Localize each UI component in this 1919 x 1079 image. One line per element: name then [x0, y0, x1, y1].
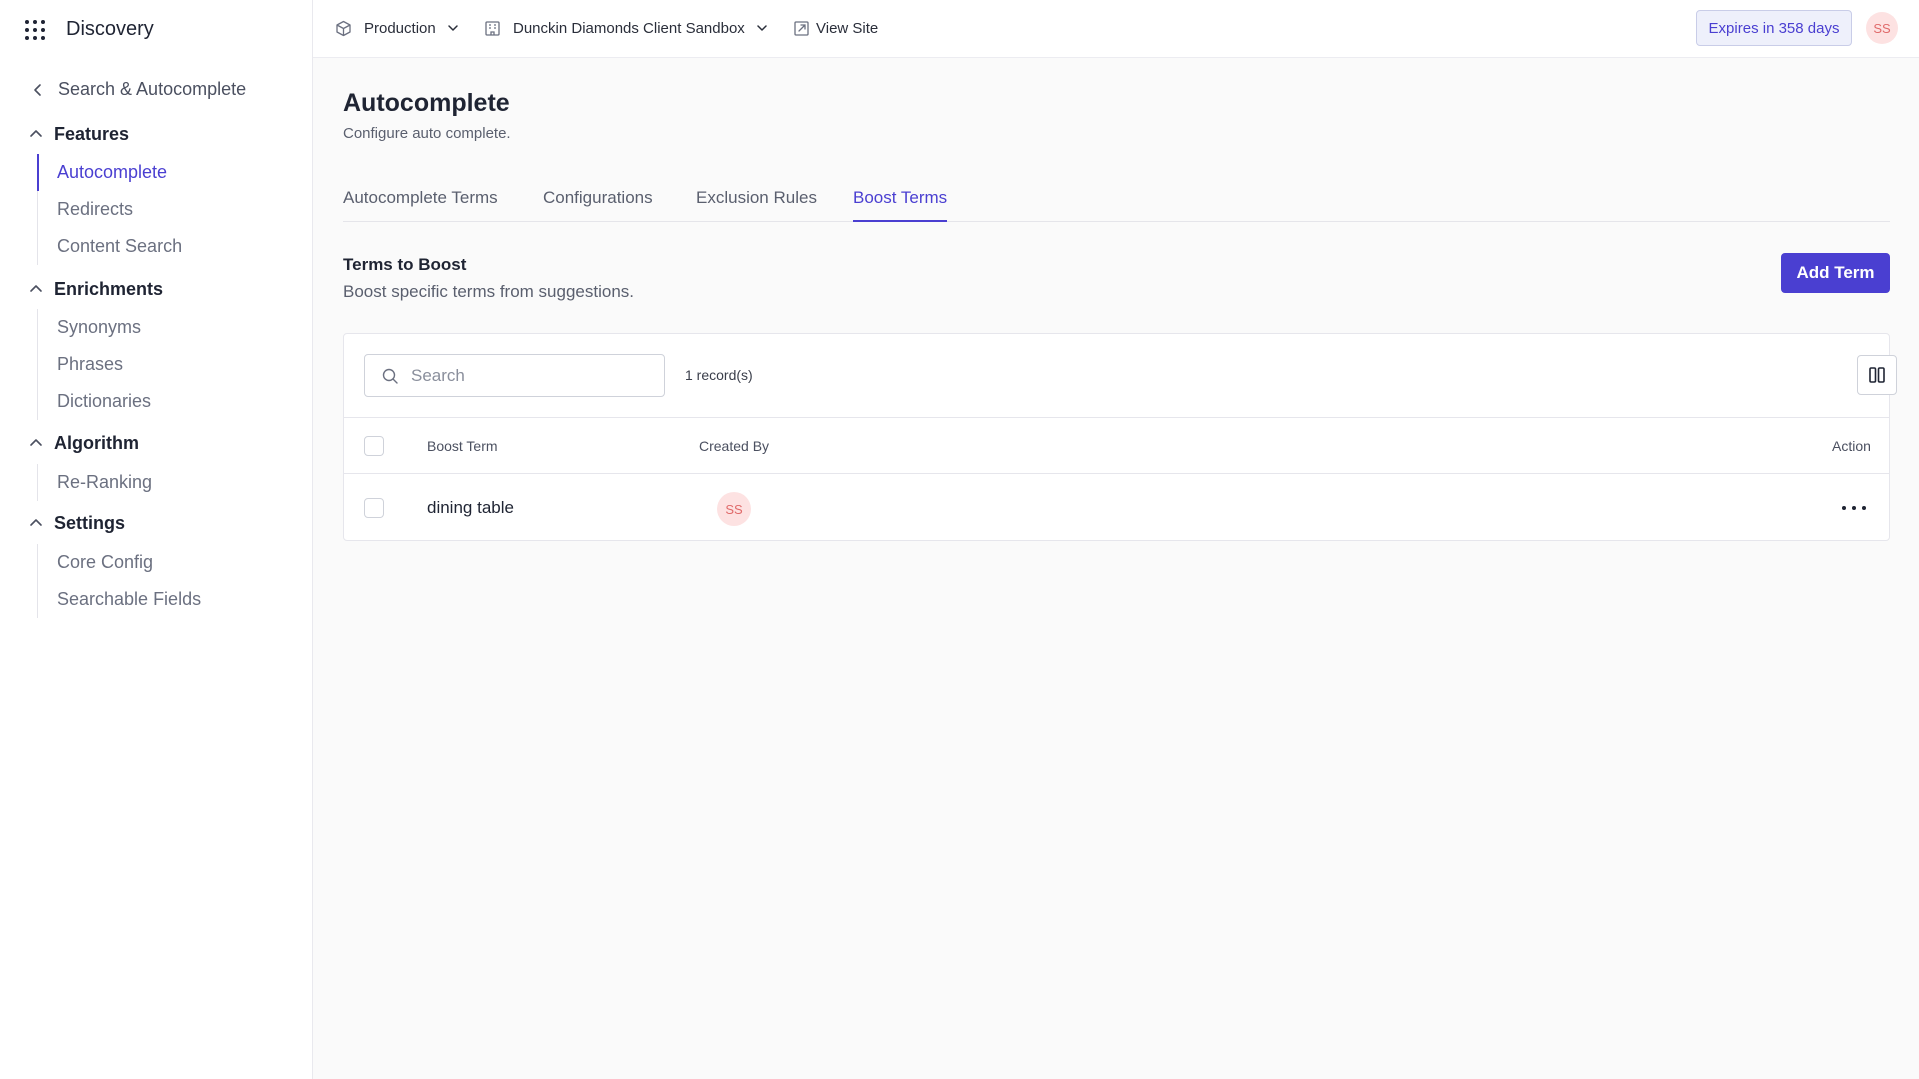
select-all-checkbox[interactable]	[364, 436, 384, 456]
main-content: Autocomplete Configure auto complete. Au…	[313, 58, 1919, 1079]
client-selector[interactable]: Dunckin Diamonds Client Sandbox	[484, 0, 769, 56]
view-site-label: View Site	[816, 19, 879, 37]
group-features[interactable]: Features	[28, 122, 129, 146]
user-avatar[interactable]: SS	[1866, 12, 1898, 44]
sidebar-item-re-ranking[interactable]: Re-Ranking	[38, 464, 152, 501]
record-count: 1 record(s)	[685, 367, 753, 383]
table-header: Boost Term Created By Action	[344, 417, 1889, 474]
tab-autocomplete-terms[interactable]: Autocomplete Terms	[343, 182, 498, 222]
app-grid-icon[interactable]	[24, 19, 46, 41]
tab-exclusion-rules[interactable]: Exclusion Rules	[696, 182, 817, 222]
page-title: Autocomplete	[343, 89, 510, 117]
sidebar-item-content-search[interactable]: Content Search	[38, 228, 182, 265]
group-label: Enrichments	[54, 278, 164, 299]
group-settings[interactable]: Settings	[28, 511, 125, 535]
column-header-action: Action	[1832, 438, 1871, 454]
view-site-link[interactable]: View Site	[793, 0, 878, 56]
sidebar-item-synonyms[interactable]: Synonyms	[38, 309, 151, 346]
more-dot	[1842, 506, 1846, 510]
client-label: Dunckin Diamonds Client Sandbox	[513, 19, 745, 37]
sidebar-item-redirects[interactable]: Redirects	[38, 191, 182, 228]
sidebar-item-autocomplete[interactable]: Autocomplete	[36, 154, 182, 191]
tab-boost-terms[interactable]: Boost Terms	[853, 182, 948, 222]
column-header-boost-term[interactable]: Boost Term	[427, 438, 498, 454]
column-header-created-by[interactable]: Created By	[699, 438, 769, 454]
sidebar: Discovery Search & Autocomplete Features…	[0, 0, 313, 1079]
page-subtitle: Configure auto complete.	[343, 125, 511, 142]
group-label: Algorithm	[54, 432, 139, 453]
column-settings-button[interactable]	[1857, 355, 1897, 395]
search-field[interactable]	[364, 354, 665, 397]
chevron-up-icon	[30, 439, 42, 446]
environment-selector[interactable]: Production	[335, 0, 460, 56]
sidebar-item-dictionaries[interactable]: Dictionaries	[38, 383, 151, 420]
section-subtitle: Boost specific terms from suggestions.	[343, 282, 635, 301]
search-icon	[382, 368, 398, 384]
row-checkbox[interactable]	[364, 498, 384, 518]
expires-badge[interactable]: Expires in 358 days	[1696, 10, 1852, 46]
environment-label: Production	[364, 19, 436, 37]
group-label: Features	[54, 123, 130, 144]
brand: Discovery	[24, 18, 154, 41]
chevron-up-icon	[30, 130, 42, 137]
group-label: Settings	[54, 512, 126, 533]
back-to-search-autocomplete[interactable]: Search & Autocomplete	[28, 79, 246, 100]
back-label: Search & Autocomplete	[58, 79, 247, 99]
tab-configurations[interactable]: Configurations	[543, 182, 653, 222]
group-settings-items: Core Config Searchable Fields	[37, 544, 201, 618]
cube-icon	[336, 20, 351, 36]
search-input[interactable]	[411, 365, 651, 386]
group-enrichments-items: Synonyms Phrases Dictionaries	[37, 309, 151, 420]
tabs: Autocomplete Terms Configurations Exclus…	[343, 182, 1890, 222]
group-algorithm-items: Re-Ranking	[37, 464, 152, 501]
sidebar-item-core-config[interactable]: Core Config	[38, 544, 201, 581]
chevron-left-icon	[34, 83, 41, 96]
chevron-down-icon	[757, 25, 767, 31]
chevron-up-icon	[30, 285, 42, 292]
app-name: Discovery	[66, 18, 154, 40]
more-dot	[1852, 506, 1856, 510]
row-actions-menu[interactable]	[1842, 499, 1866, 517]
created-by-avatar: SS	[717, 492, 751, 526]
external-link-icon	[794, 20, 809, 36]
table-row: dining table SS	[344, 474, 1889, 541]
section-title: Terms to Boost	[343, 255, 467, 274]
sidebar-item-searchable-fields[interactable]: Searchable Fields	[38, 581, 201, 618]
group-algorithm[interactable]: Algorithm	[28, 431, 139, 455]
add-term-button[interactable]: Add Term	[1781, 253, 1890, 293]
more-dot	[1862, 506, 1866, 510]
columns-icon	[1869, 367, 1885, 383]
group-enrichments[interactable]: Enrichments	[28, 277, 163, 301]
group-features-items: Autocomplete Redirects Content Search	[36, 154, 182, 265]
building-icon	[485, 20, 500, 36]
chevron-up-icon	[30, 519, 42, 526]
topbar: Production Dunckin Diamonds Client Sandb…	[313, 0, 1919, 58]
sidebar-item-phrases[interactable]: Phrases	[38, 346, 151, 383]
boost-term-cell: dining table	[427, 498, 514, 517]
boost-terms-table: 1 record(s) Boost Term Created By Action…	[343, 333, 1897, 541]
chevron-down-icon	[447, 25, 458, 31]
